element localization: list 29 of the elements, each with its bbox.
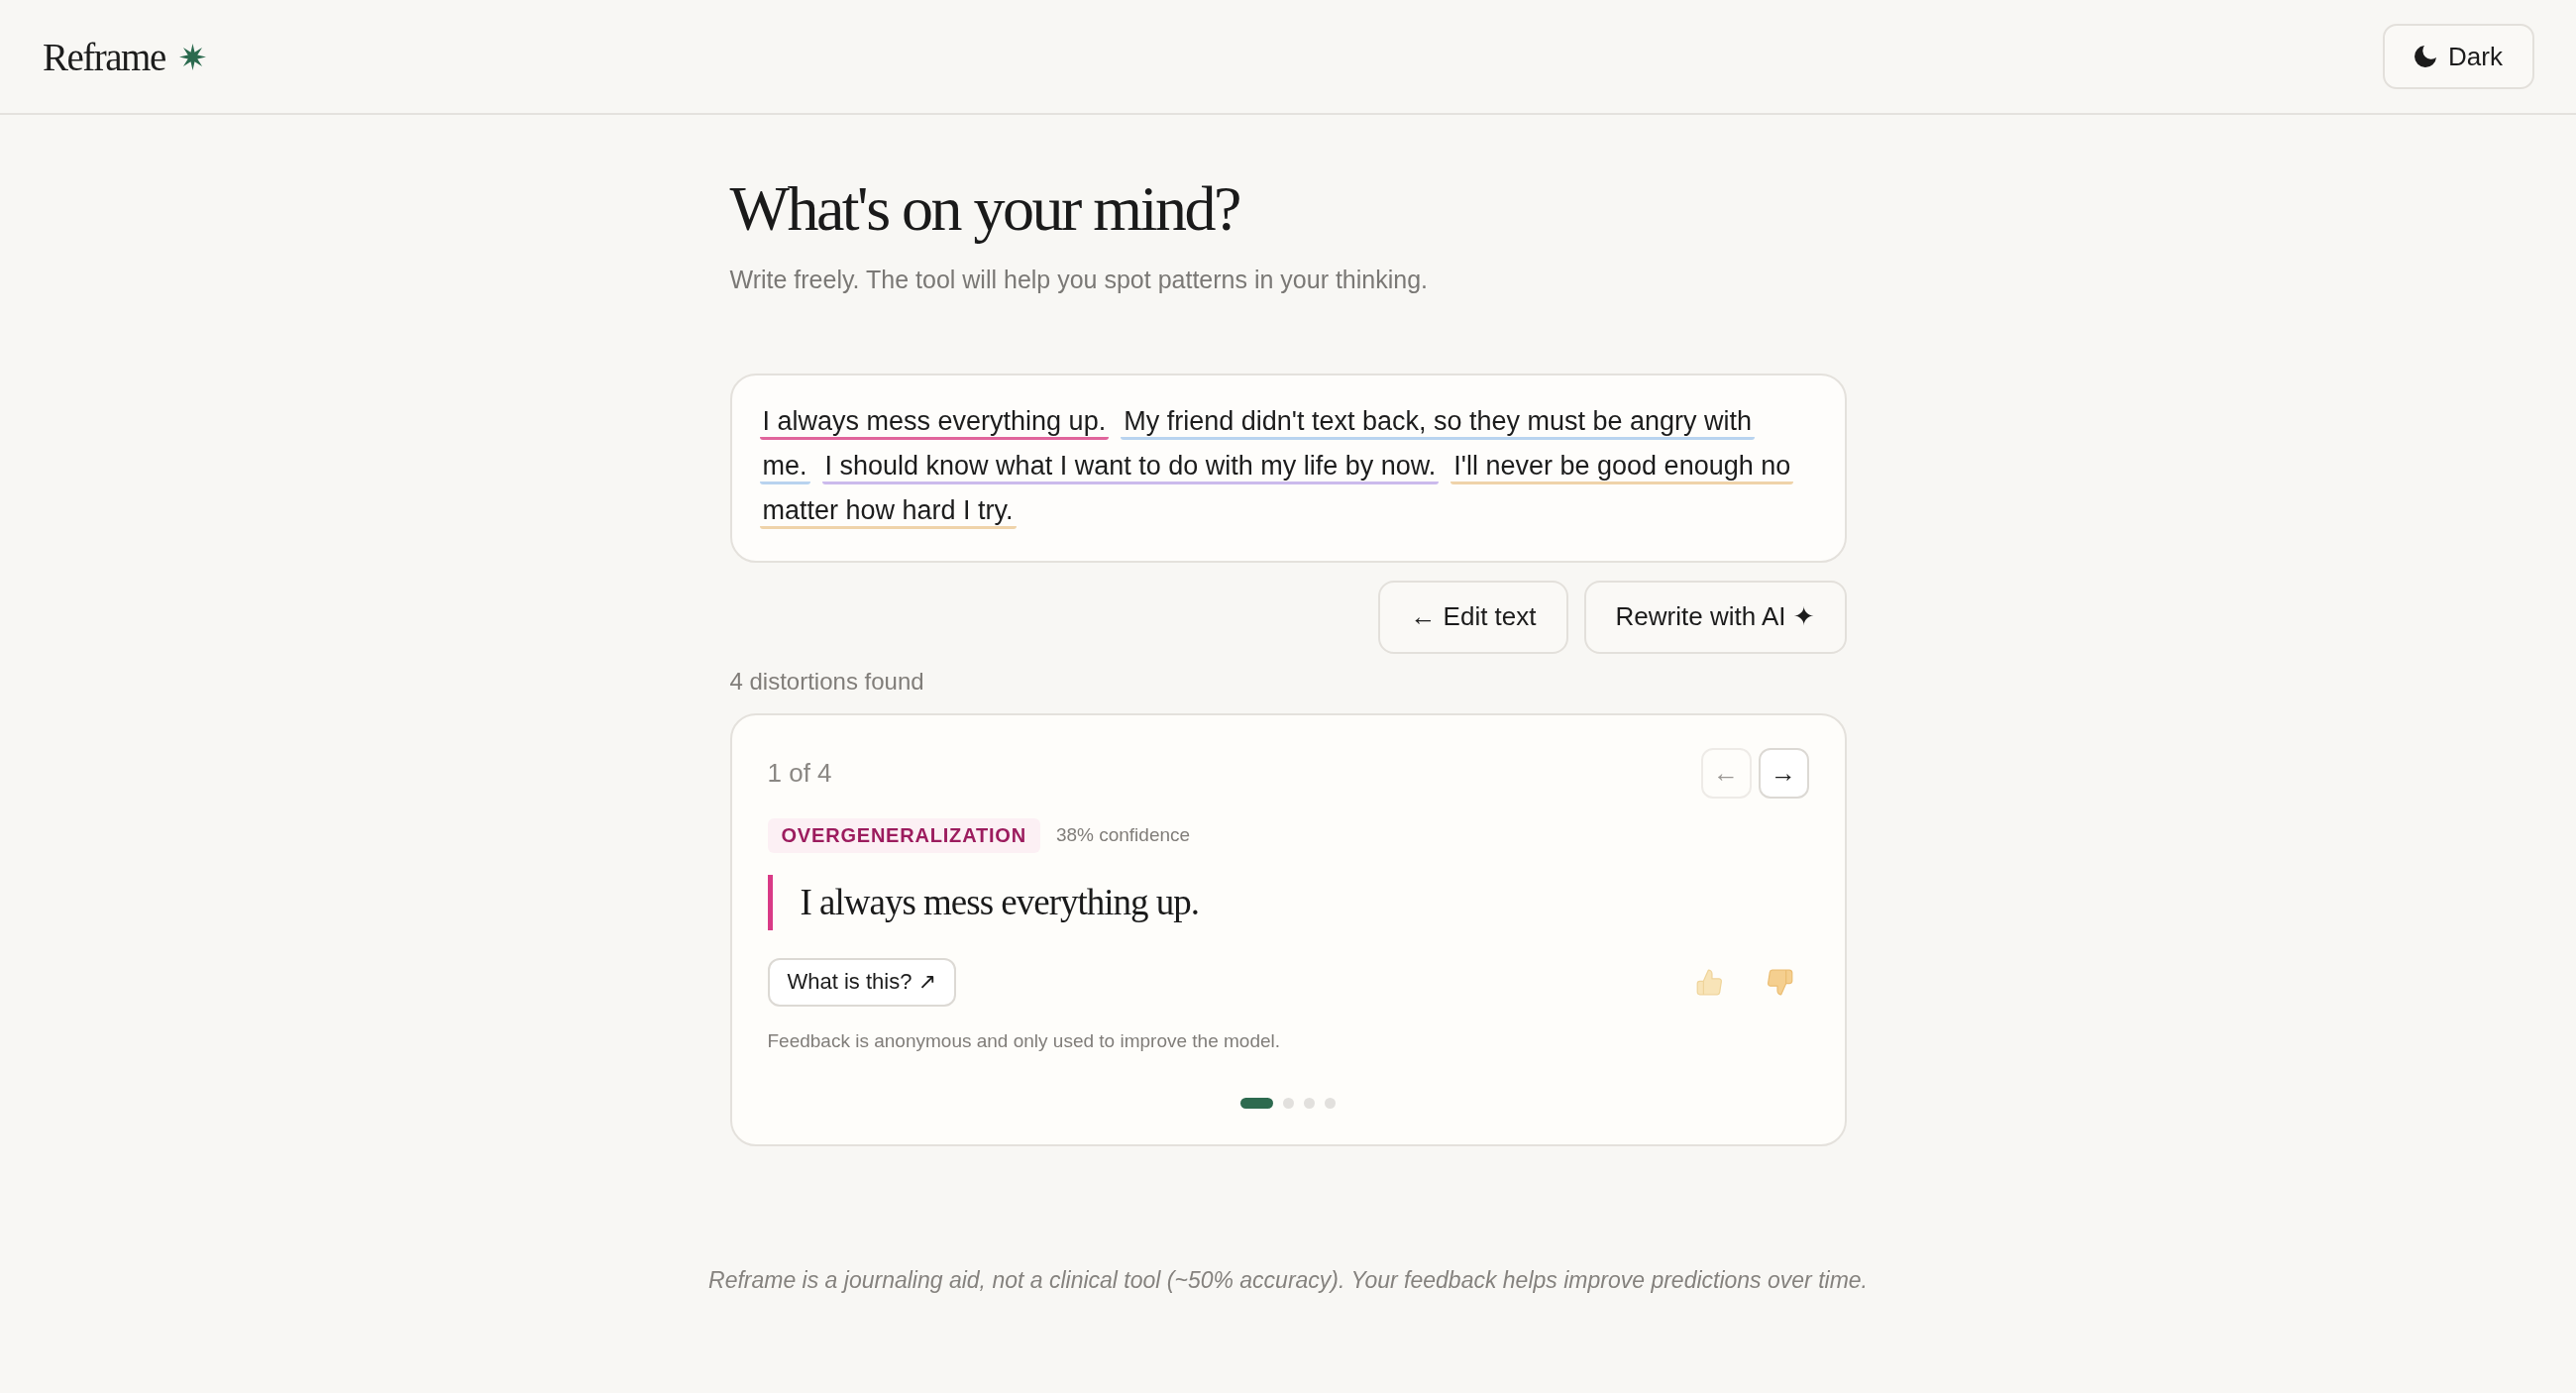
highlighted-phrase: My friend didn't text back, so they must be angry with — [1121, 405, 1756, 440]
position-text: 1 of 4 — [767, 757, 832, 789]
journal-text-box[interactable]: I always mess everything up. My friend didn't text back, so they must be angry with me. I should know what I want to do with my life by now. I'll never be good enough no matter how hard I try. — [729, 373, 1847, 563]
page-dot-icon[interactable] — [1304, 1097, 1315, 1109]
what-is-this-link-button[interactable]: What is this? ↗ — [767, 957, 956, 1007]
page-subtitle: Write freely. The tool will help you spot patterns in your thinking. — [729, 265, 1430, 294]
moon-icon — [2415, 46, 2437, 67]
distortion-tag: OVERGENERALIZATION — [767, 817, 1040, 853]
distortion-count: 4 distortions found — [729, 667, 925, 696]
edit-text-button[interactable]: ← Edit text — [1378, 580, 1568, 654]
rewrite-with-ai-button[interactable]: Rewrite with AI ✦ — [1583, 580, 1847, 654]
quoted-sentence: I always mess everything up. — [767, 874, 1809, 930]
highlighted-phrase: I always mess everything up. — [759, 405, 1110, 440]
feedback-note: Feedback is anonymous and only used to improve the model. — [767, 1029, 1282, 1052]
next-button[interactable]: → — [1758, 747, 1809, 799]
highlighted-phrase: matter how hard I try. — [759, 494, 1017, 529]
star-icon — [178, 43, 206, 70]
confidence-text: 38% confidence — [1055, 824, 1191, 847]
page-dot-icon[interactable] — [1325, 1097, 1336, 1109]
logo-text: Reframe — [43, 34, 165, 79]
thumbs-down-icon[interactable] — [1766, 968, 1793, 996]
highlighted-phrase: I'll never be good enough no — [1450, 450, 1794, 484]
page-title: What's on your mind? — [729, 172, 1240, 246]
page-dot-icon[interactable] — [1283, 1097, 1294, 1109]
highlighted-phrase: I should know what I want to do with my life by now. — [821, 450, 1440, 484]
dark-mode-button[interactable]: Dark — [2383, 24, 2534, 89]
disclaimer-text: Reframe is a journaling aid, not a clinical tool (~50% accuracy). Your feedback helps improve predictions over time. — [707, 1266, 1869, 1294]
highlighted-phrase: me. — [759, 450, 810, 484]
thumbs-up-icon[interactable] — [1695, 968, 1723, 996]
